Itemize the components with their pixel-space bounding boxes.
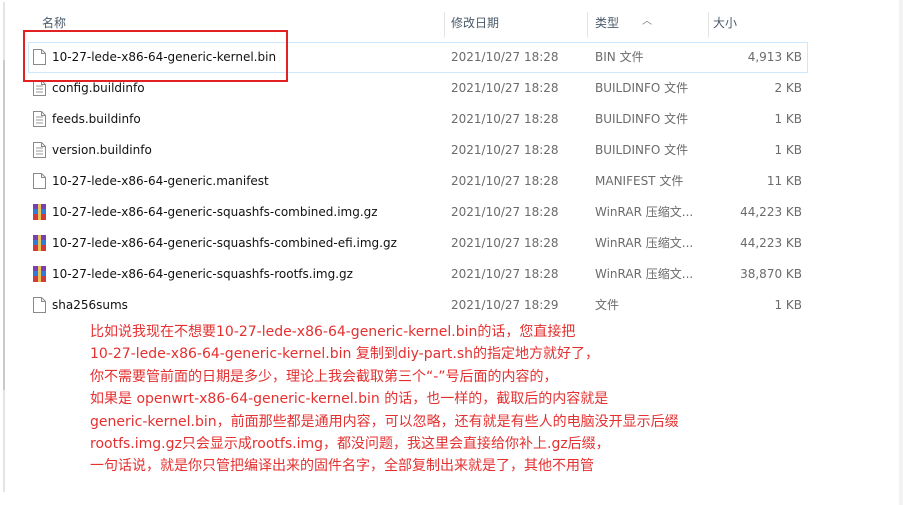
- annotation-line: 如果是 openwrt-x86-64-generic-kernel.bin 的话…: [90, 391, 609, 408]
- file-row[interactable]: feeds.buildinfo 2021/10/27 18:28 BUILDINFO…: [28, 104, 808, 135]
- file-name: 10-27-lede-x86-64-generic-squashfs-combi…: [52, 205, 378, 219]
- file-date: 2021/10/27 18:28: [451, 50, 559, 64]
- file-size: 1 KB: [774, 112, 802, 126]
- file-date: 2021/10/27 18:28: [451, 174, 559, 188]
- text-file-icon: [33, 142, 46, 158]
- file-date: 2021/10/27 18:28: [451, 143, 559, 157]
- file-row[interactable]: version.buildinfo 2021/10/27 18:28 BUILDIN…: [28, 135, 808, 166]
- file-type: WinRAR 压缩文...: [595, 267, 694, 281]
- column-header-date[interactable]: 修改日期: [451, 8, 499, 38]
- text-file-icon: [33, 111, 46, 127]
- file-name: feeds.buildinfo: [52, 112, 141, 126]
- winrar-archive-icon: [33, 235, 46, 251]
- file-type: WinRAR 压缩文...: [595, 236, 694, 250]
- file-type: 文件: [595, 298, 620, 312]
- sort-ascending-icon: ︿: [642, 16, 652, 27]
- file-type: BUILDINFO 文件: [595, 112, 689, 126]
- file-date: 2021/10/27 18:28: [451, 267, 559, 281]
- file-type: WinRAR 压缩文...: [595, 205, 694, 219]
- file-row[interactable]: 10-27-lede-x86-64-generic-squashfs-combi…: [28, 197, 808, 228]
- scrollbar-thumb[interactable]: [3, 60, 5, 390]
- file-list: 10-27-lede-x86-64-generic-kernel.bin 2021…: [28, 42, 808, 321]
- file-size: 44,223 KB: [740, 205, 802, 219]
- file-date: 2021/10/27 18:28: [451, 81, 559, 95]
- file-size: 1 KB: [774, 143, 802, 157]
- file-size: 38,870 KB: [740, 267, 802, 281]
- column-divider[interactable]: [587, 12, 588, 38]
- file-size: 1 KB: [774, 298, 802, 312]
- highlight-box: [23, 30, 288, 82]
- annotation-line: generic-kernel.bin，前面那些都是通用内容，可以忽略，还有就是有…: [90, 413, 679, 430]
- annotation-line: rootfs.img.gz只会显示成rootfs.img，都没问题，我这里会直接…: [90, 436, 610, 453]
- file-icon: [33, 297, 46, 313]
- file-type: BIN 文件: [595, 50, 644, 64]
- text-file-icon: [33, 80, 46, 96]
- file-row[interactable]: sha256sums 2021/10/27 18:29 文件 1 KB: [28, 290, 808, 321]
- file-name: 10-27-lede-x86-64-generic-squashfs-rootf…: [52, 267, 353, 281]
- column-header-type[interactable]: 类型: [595, 8, 619, 38]
- file-name: sha256sums: [52, 298, 128, 312]
- file-type: BUILDINFO 文件: [595, 81, 689, 95]
- file-size: 4,913 KB: [747, 50, 802, 64]
- annotation-line: 比如说我现在不想要10-27-lede-x86-64-generic-kerne…: [90, 324, 576, 340]
- file-date: 2021/10/27 18:28: [451, 236, 559, 250]
- file-date: 2021/10/27 18:29: [451, 298, 559, 312]
- file-row[interactable]: 10-27-lede-x86-64-generic-squashfs-rootf…: [28, 259, 808, 290]
- column-divider[interactable]: [708, 12, 709, 38]
- column-header-size[interactable]: 大小: [713, 8, 737, 38]
- file-row[interactable]: 10-27-lede-x86-64-generic-squashfs-combi…: [28, 228, 808, 259]
- file-type: MANIFEST 文件: [595, 174, 684, 188]
- winrar-archive-icon: [33, 266, 46, 282]
- right-scrollbar[interactable]: [899, 0, 903, 505]
- annotation-text: 比如说我现在不想要10-27-lede-x86-64-generic-kerne…: [90, 321, 890, 478]
- file-row[interactable]: 10-27-lede-x86-64-generic.manifest 2021/1…: [28, 166, 808, 197]
- file-size: 11 KB: [766, 174, 802, 188]
- annotation-line: 一句话说，就是你只管把编译出来的固件名字，全部复制出来就是了，其他不用管: [90, 458, 594, 475]
- file-date: 2021/10/27 18:28: [451, 112, 559, 126]
- file-size: 44,223 KB: [740, 236, 802, 250]
- file-name: 10-27-lede-x86-64-generic-squashfs-combi…: [52, 236, 397, 250]
- file-date: 2021/10/27 18:28: [451, 205, 559, 219]
- column-divider[interactable]: [444, 12, 445, 38]
- file-name: 10-27-lede-x86-64-generic.manifest: [52, 174, 269, 188]
- file-name: version.buildinfo: [52, 143, 152, 157]
- left-scrollbar[interactable]: [0, 0, 8, 505]
- file-type: BUILDINFO 文件: [595, 143, 689, 157]
- annotation-line: 10-27-lede-x86-64-generic-kernel.bin 复制到…: [90, 346, 600, 363]
- file-icon: [33, 173, 46, 189]
- file-size: 2 KB: [774, 81, 802, 95]
- winrar-archive-icon: [33, 204, 46, 220]
- annotation-line: 你不需要管前面的日期是多少，理论上我会截取第三个“-”号后面的内容的，: [90, 368, 558, 385]
